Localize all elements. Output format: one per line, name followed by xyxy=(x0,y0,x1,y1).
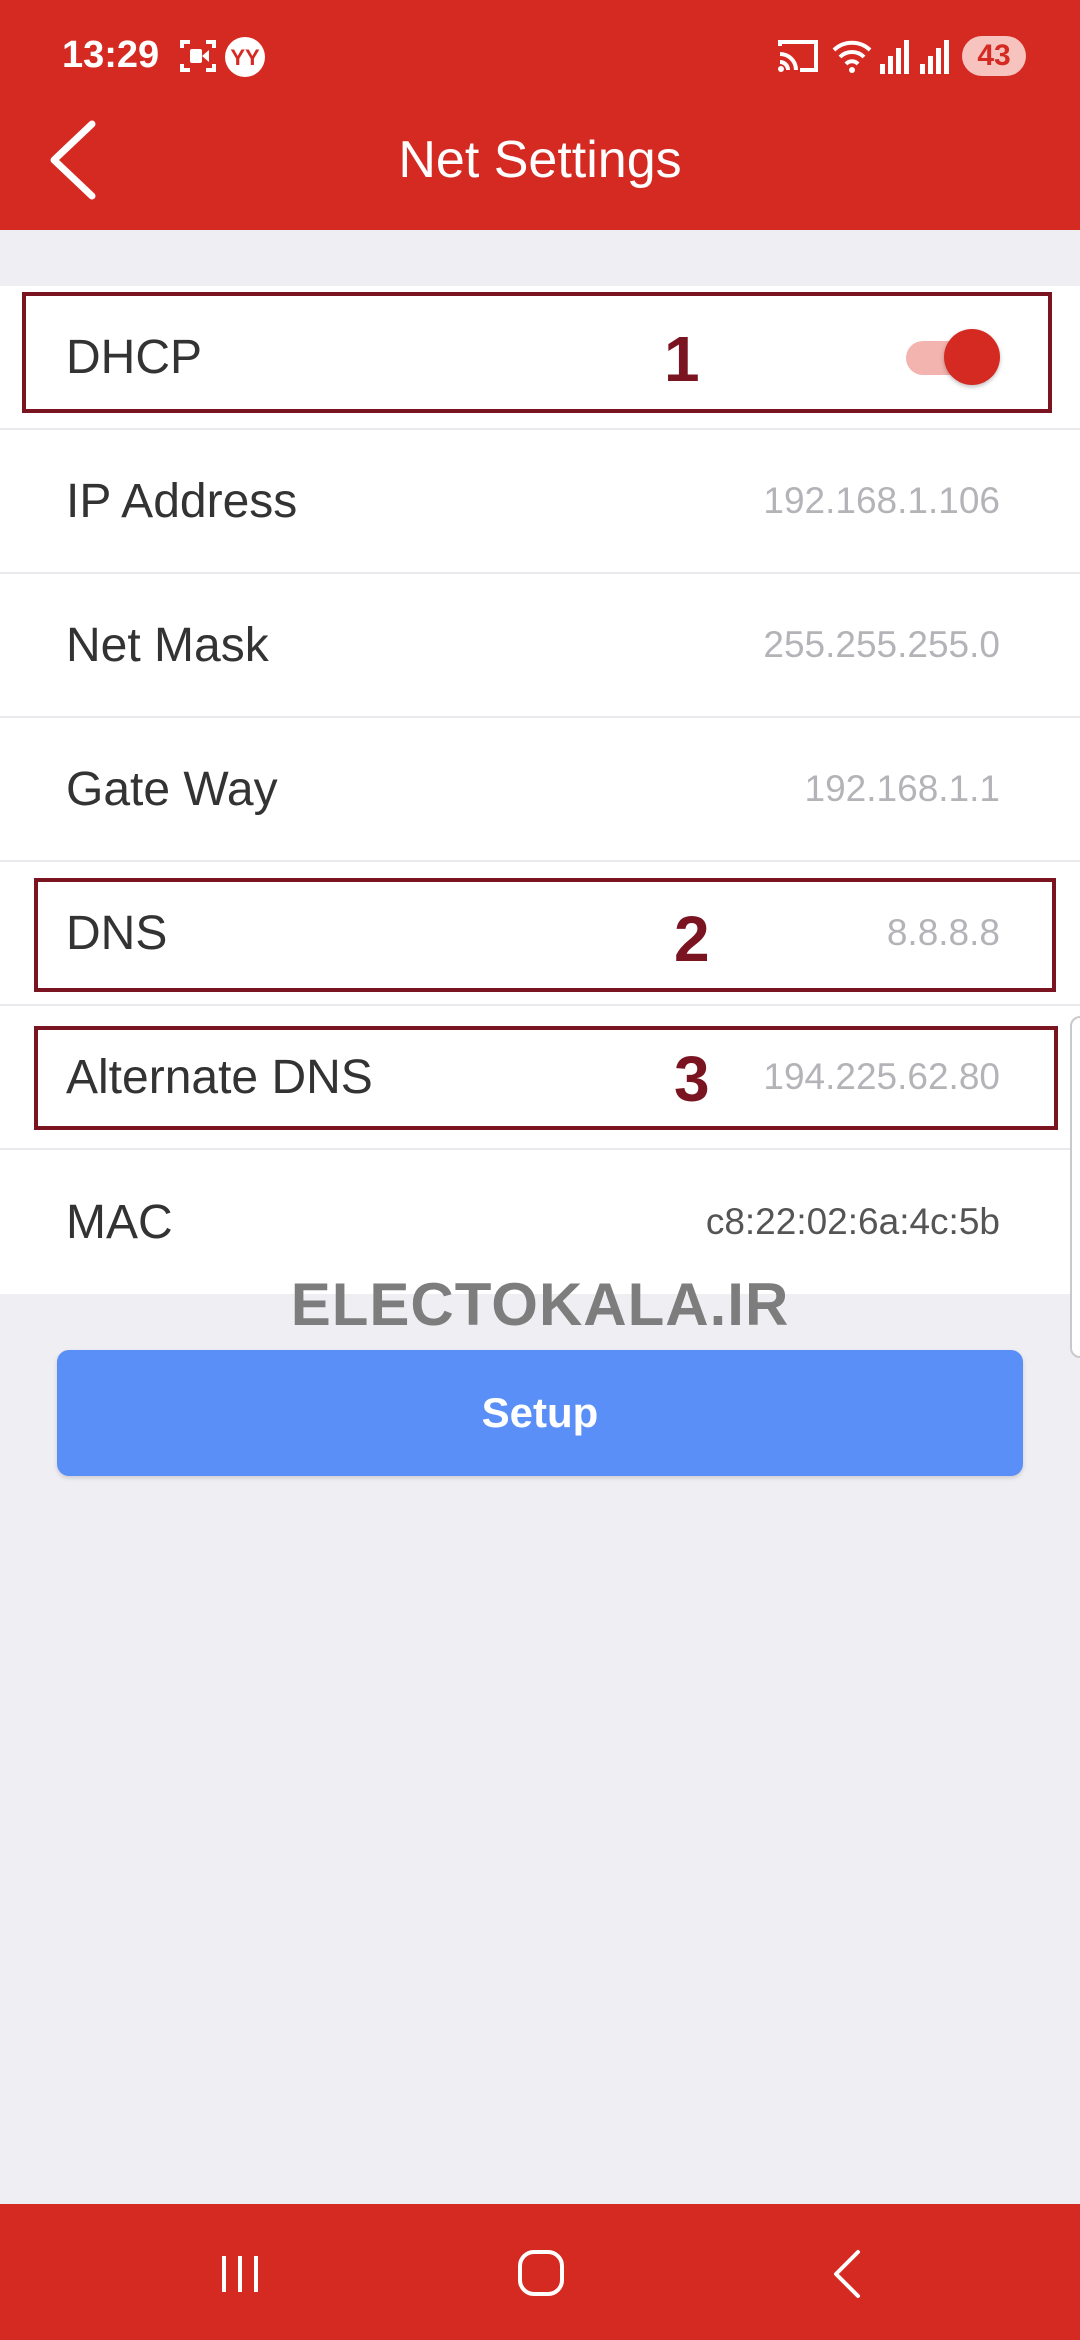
setting-row-alternate-dns[interactable]: Alternate DNS 194.225.62.80 xyxy=(0,1006,1080,1150)
system-nav-bar xyxy=(0,2204,1080,2340)
ip-address-value: 192.168.1.106 xyxy=(763,480,1000,521)
setting-row-net-mask[interactable]: Net Mask 255.255.255.0 xyxy=(0,574,1080,718)
watermark: ELECTOKALA.IR xyxy=(290,1271,790,1338)
vpn-badge-icon: YY xyxy=(224,36,266,83)
back-icon xyxy=(834,2250,860,2298)
screen: 13:29 YY 43 Net Settings DHCP IP Address… xyxy=(0,0,1080,2340)
battery-level: 43 xyxy=(962,36,1026,76)
dns-label: DNS xyxy=(66,906,168,960)
mac-value: c8:22:02:6a:4c:5b xyxy=(705,1201,1000,1242)
toggle-thumb xyxy=(944,329,1000,385)
net-mask-label: Net Mask xyxy=(66,618,269,672)
setting-row-gate-way[interactable]: Gate Way 192.168.1.1 xyxy=(0,718,1080,862)
alternate-dns-label: Alternate DNS xyxy=(66,1050,373,1104)
nav-back-button[interactable] xyxy=(806,2244,886,2304)
cast-icon xyxy=(776,36,820,81)
net-mask-value: 255.255.255.0 xyxy=(763,624,1000,665)
page-title: Net Settings xyxy=(398,131,682,189)
svg-text:YY: YY xyxy=(230,45,260,70)
dns-value: 8.8.8.8 xyxy=(886,912,1000,953)
setting-row-ip-address[interactable]: IP Address 192.168.1.106 xyxy=(0,430,1080,574)
dhcp-toggle[interactable] xyxy=(906,327,1000,387)
ip-address-label: IP Address xyxy=(66,474,298,528)
gate-way-label: Gate Way xyxy=(66,762,278,816)
annotation-number-1: 1 xyxy=(664,323,700,395)
recent-apps-icon xyxy=(222,2256,258,2292)
screen-record-icon xyxy=(178,36,218,81)
setup-button[interactable]: Setup xyxy=(57,1350,1023,1476)
home-button[interactable] xyxy=(500,2244,580,2304)
signal-icon xyxy=(878,36,912,81)
alternate-dns-value: 194.225.62.80 xyxy=(763,1056,1000,1097)
status-time: 13:29 xyxy=(62,34,160,76)
mac-label: MAC xyxy=(66,1195,173,1249)
wifi-icon xyxy=(832,36,872,81)
signal-icon xyxy=(918,36,952,81)
app-header: 13:29 YY 43 Net Settings xyxy=(0,0,1080,230)
settings-list: DHCP IP Address 192.168.1.106 Net Mask 2… xyxy=(0,286,1080,1294)
home-icon xyxy=(518,2250,564,2296)
annotation-number-2: 2 xyxy=(674,903,710,975)
annotation-number-3: 3 xyxy=(674,1043,710,1115)
recent-apps-button[interactable] xyxy=(200,2244,280,2304)
setting-row-dns[interactable]: DNS 8.8.8.8 xyxy=(0,862,1080,1006)
setting-row-dhcp: DHCP xyxy=(0,286,1080,430)
status-bar: 13:29 YY 43 xyxy=(0,0,1080,110)
gate-way-value: 192.168.1.1 xyxy=(804,768,1000,809)
dhcp-label: DHCP xyxy=(66,330,203,384)
